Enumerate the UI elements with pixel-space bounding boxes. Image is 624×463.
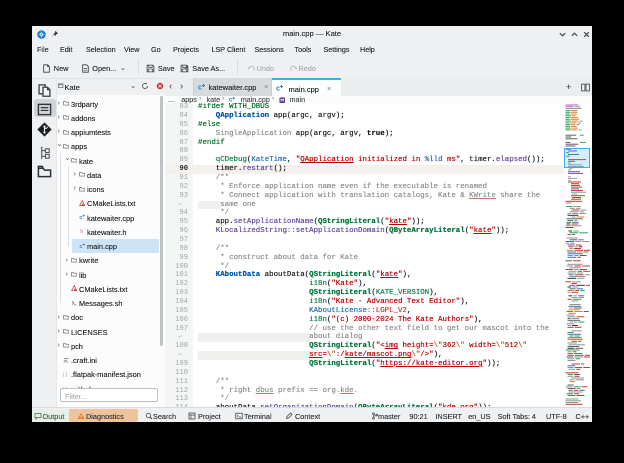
svg-text:h: h <box>80 230 83 235</box>
svg-text:c: c <box>79 244 82 250</box>
svg-text:{ }: { } <box>63 372 68 377</box>
svg-text:c: c <box>229 97 233 103</box>
svg-text:c: c <box>79 215 82 221</box>
svg-text:c: c <box>276 85 280 92</box>
svg-text:c: c <box>198 85 202 92</box>
